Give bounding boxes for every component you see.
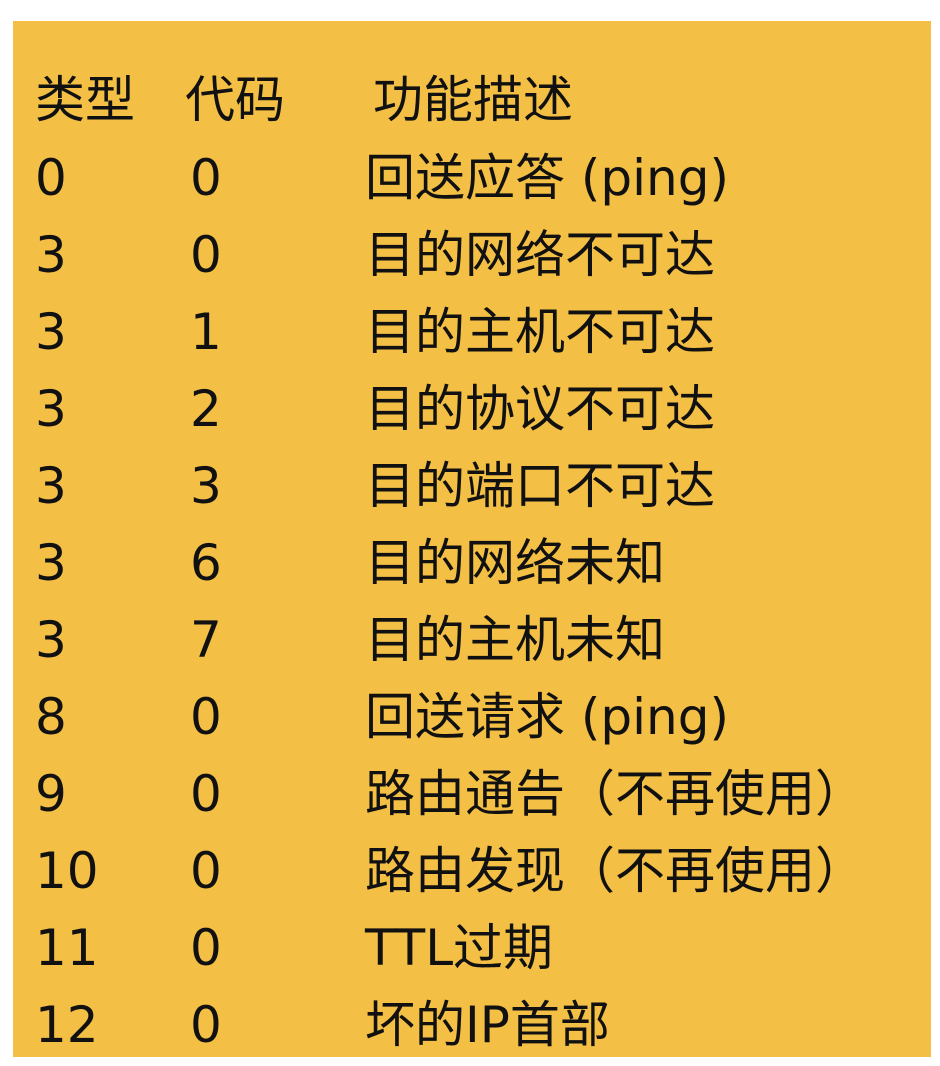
description-cell: TTL过期 (365, 919, 554, 977)
code-cell: 0 (190, 765, 222, 823)
type-cell: 12 (35, 996, 99, 1054)
description-cell: 目的端口不可达 (365, 457, 715, 515)
type-cell: 3 (35, 380, 67, 438)
code-cell: 6 (190, 534, 222, 592)
description-cell: 坏的IP首部 (365, 996, 610, 1054)
icmp-code-table: 类型 代码 功能描述 0 0 回送应答 (ping) 3 0 目的网络不可达 3… (13, 21, 931, 1057)
table-row: 3 7 目的主机未知 (13, 601, 931, 679)
description-cell: 回送应答 (ping) (365, 149, 729, 207)
code-cell: 0 (190, 842, 222, 900)
type-cell: 3 (35, 303, 67, 361)
code-cell: 0 (190, 996, 222, 1054)
type-column-header: 类型 (35, 71, 135, 129)
table-row: 12 0 坏的IP首部 (13, 986, 931, 1064)
table-row: 10 0 路由发现（不再使用） (13, 832, 931, 910)
code-cell: 0 (190, 226, 222, 284)
description-cell: 目的主机不可达 (365, 303, 715, 361)
code-cell: 1 (190, 303, 222, 361)
table-row: 3 6 目的网络未知 (13, 524, 931, 602)
table-row: 0 0 回送应答 (ping) (13, 139, 931, 217)
type-cell: 0 (35, 149, 67, 207)
type-cell: 3 (35, 611, 67, 669)
type-cell: 3 (35, 457, 67, 515)
description-cell: 目的网络未知 (365, 534, 665, 592)
description-cell: 目的主机未知 (365, 611, 665, 669)
table-row: 3 1 目的主机不可达 (13, 293, 931, 371)
type-cell: 10 (35, 842, 99, 900)
table-row: 11 0 TTL过期 (13, 909, 931, 987)
code-cell: 0 (190, 919, 222, 977)
code-cell: 0 (190, 149, 222, 207)
code-cell: 0 (190, 688, 222, 746)
code-column-header: 代码 (185, 71, 285, 129)
description-cell: 目的网络不可达 (365, 226, 715, 284)
table-row: 3 2 目的协议不可达 (13, 370, 931, 448)
type-cell: 11 (35, 919, 99, 977)
code-cell: 2 (190, 380, 222, 438)
description-cell: 目的协议不可达 (365, 380, 715, 438)
table-row: 9 0 路由通告（不再使用） (13, 755, 931, 833)
table-row: 3 0 目的网络不可达 (13, 216, 931, 294)
table-row: 8 0 回送请求 (ping) (13, 678, 931, 756)
table-header: 类型 代码 功能描述 (13, 61, 931, 139)
type-cell: 3 (35, 226, 67, 284)
description-cell: 回送请求 (ping) (365, 688, 729, 746)
description-column-header: 功能描述 (373, 71, 573, 129)
type-cell: 9 (35, 765, 67, 823)
type-cell: 8 (35, 688, 67, 746)
code-cell: 7 (190, 611, 222, 669)
description-cell: 路由发现（不再使用） (365, 842, 865, 900)
code-cell: 3 (190, 457, 222, 515)
description-cell: 路由通告（不再使用） (365, 765, 865, 823)
table-row: 3 3 目的端口不可达 (13, 447, 931, 525)
type-cell: 3 (35, 534, 67, 592)
